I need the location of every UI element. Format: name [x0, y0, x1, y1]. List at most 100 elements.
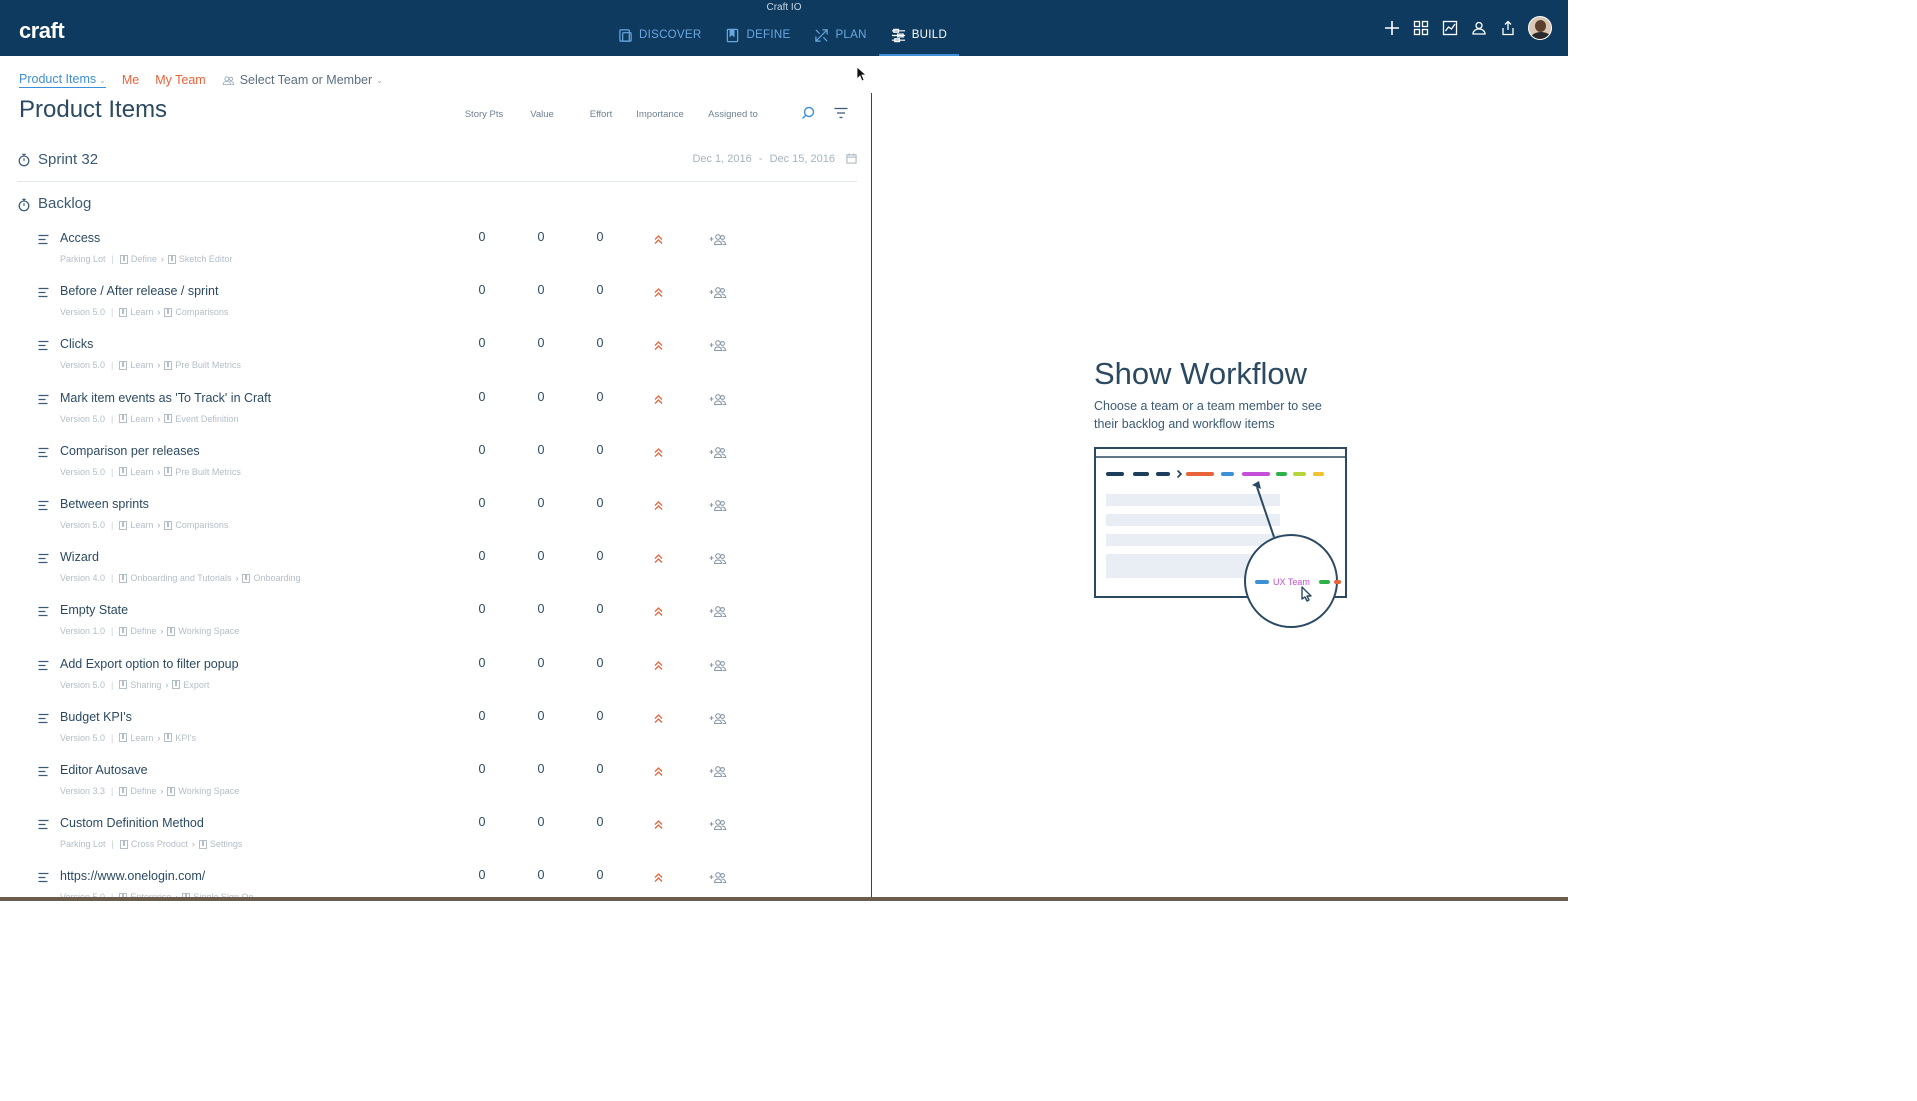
item-title[interactable]: Access — [60, 231, 100, 245]
item-title[interactable]: Editor Autosave — [60, 763, 148, 777]
sprint-dates[interactable]: Dec 1, 2016 - Dec 15, 2016 — [692, 153, 835, 165]
item-feature[interactable]: Learn — [130, 733, 153, 743]
item-title[interactable]: Budget KPI's — [60, 710, 132, 724]
item-story-pts[interactable]: 0 — [467, 283, 497, 297]
item-release[interactable]: Version 5.0 — [60, 414, 105, 424]
assign-user-icon[interactable] — [709, 552, 727, 565]
importance-icon[interactable] — [653, 872, 664, 883]
item-effort[interactable]: 0 — [585, 443, 615, 457]
item-effort[interactable]: 0 — [585, 283, 615, 297]
item-value[interactable]: 0 — [526, 868, 556, 882]
item-subfeature[interactable]: Export — [183, 680, 209, 690]
item-story-pts[interactable]: 0 — [467, 762, 497, 776]
drag-handle-icon[interactable] — [38, 553, 49, 564]
drag-handle-icon[interactable] — [38, 819, 49, 830]
item-subfeature[interactable]: Sketch Editor — [179, 254, 233, 264]
column-importance[interactable]: Importance — [633, 109, 687, 120]
item-feature[interactable]: Onboarding and Tutorials — [130, 573, 231, 583]
team-member-select[interactable]: Select Team or Member ⌄ — [222, 73, 383, 87]
item-effort[interactable]: 0 — [585, 868, 615, 882]
item-feature[interactable]: Define — [130, 626, 156, 636]
item-value[interactable]: 0 — [526, 762, 556, 776]
item-subfeature[interactable]: Event Definition — [175, 414, 238, 424]
item-release[interactable]: Version 4.0 — [60, 573, 105, 583]
item-effort[interactable]: 0 — [585, 602, 615, 616]
backlog-item[interactable]: Wizard Version 4.0 | Onboarding and Tutoria… — [0, 548, 860, 601]
backlog-item[interactable]: Access Parking Lot | Define › Sketch Editor 0 0… — [0, 229, 860, 282]
item-title[interactable]: Between sprints — [60, 497, 149, 511]
item-release[interactable]: Version 5.0 — [60, 360, 105, 370]
drag-handle-icon[interactable] — [38, 287, 49, 298]
assign-user-icon[interactable] — [709, 659, 727, 671]
item-title[interactable]: https://www.onelogin.com/ — [60, 869, 205, 883]
item-subfeature[interactable]: KPI's — [175, 733, 196, 743]
item-release[interactable]: Version 3.3 — [60, 786, 105, 796]
importance-icon[interactable] — [653, 447, 664, 458]
item-story-pts[interactable]: 0 — [467, 443, 497, 457]
item-value[interactable]: 0 — [526, 815, 556, 829]
team-button[interactable] — [1464, 15, 1493, 41]
backlog-name[interactable]: Backlog — [38, 195, 91, 212]
backlog-item[interactable]: Custom Definition Method Parking Lot | Cros… — [0, 814, 860, 867]
importance-icon[interactable] — [653, 819, 664, 830]
drag-handle-icon[interactable] — [38, 872, 49, 883]
item-value[interactable]: 0 — [526, 709, 556, 723]
filter-icon[interactable] — [833, 105, 849, 121]
item-subfeature[interactable]: Pre Built Metrics — [175, 360, 241, 370]
item-subfeature[interactable]: Working Space — [178, 786, 239, 796]
item-feature[interactable]: Cross Product — [131, 839, 188, 849]
calendar-icon[interactable] — [846, 153, 857, 164]
item-value[interactable]: 0 — [526, 602, 556, 616]
item-value[interactable]: 0 — [526, 443, 556, 457]
assign-user-icon[interactable] — [709, 712, 727, 724]
item-value[interactable]: 0 — [526, 283, 556, 297]
importance-icon[interactable] — [653, 287, 664, 298]
item-release[interactable]: Parking Lot — [60, 839, 106, 849]
item-feature[interactable]: Define — [130, 786, 156, 796]
share-button[interactable] — [1493, 15, 1522, 41]
item-release[interactable]: Version 5.0 — [60, 520, 105, 530]
assign-user-icon[interactable] — [709, 765, 727, 777]
assign-user-icon[interactable] — [709, 871, 727, 884]
item-feature[interactable]: Learn — [130, 307, 153, 317]
importance-icon[interactable] — [653, 500, 664, 511]
importance-icon[interactable] — [653, 766, 664, 777]
assign-user-icon[interactable] — [709, 499, 727, 511]
craft-logo[interactable]: craft — [19, 18, 65, 44]
nav-plan[interactable]: PLAN — [802, 14, 878, 56]
tab-product-items[interactable]: Product Items ⌄ — [19, 72, 106, 88]
drag-handle-icon[interactable] — [38, 660, 49, 671]
item-story-pts[interactable]: 0 — [467, 230, 497, 244]
backlog-item[interactable]: Comparison per releases Version 5.0 | Learn… — [0, 442, 860, 495]
item-release[interactable]: Version 5.0 — [60, 733, 105, 743]
item-effort[interactable]: 0 — [585, 549, 615, 563]
drag-handle-icon[interactable] — [38, 713, 49, 724]
column-value[interactable]: Value — [526, 109, 558, 120]
importance-icon[interactable] — [653, 606, 664, 617]
search-icon[interactable] — [800, 105, 816, 121]
item-story-pts[interactable]: 0 — [467, 602, 497, 616]
assign-user-icon[interactable] — [709, 393, 727, 405]
item-story-pts[interactable]: 0 — [467, 868, 497, 882]
item-effort[interactable]: 0 — [585, 762, 615, 776]
item-story-pts[interactable]: 0 — [467, 336, 497, 350]
backlog-item[interactable]: https://www.onelogin.com/Version 5.0|Ent… — [0, 867, 860, 901]
item-title[interactable]: Custom Definition Method — [60, 816, 204, 830]
column-effort[interactable]: Effort — [585, 109, 617, 120]
item-subfeature[interactable]: Onboarding — [253, 573, 300, 583]
nav-define[interactable]: DEFINE — [713, 14, 802, 56]
backlog-item[interactable]: Empty State Version 1.0 | Define › Working Sp… — [0, 601, 860, 654]
backlog-item[interactable]: Add Export option to filter popup Version… — [0, 655, 860, 708]
item-effort[interactable]: 0 — [585, 496, 615, 510]
drag-handle-icon[interactable] — [38, 447, 49, 458]
assign-user-icon[interactable] — [709, 339, 727, 352]
item-release[interactable]: Version 5.0 — [60, 307, 105, 317]
nav-discover[interactable]: DISCOVER — [606, 14, 713, 56]
item-feature[interactable]: Learn — [130, 467, 153, 477]
importance-icon[interactable] — [653, 394, 664, 405]
item-effort[interactable]: 0 — [585, 656, 615, 670]
item-title[interactable]: Empty State — [60, 603, 128, 617]
item-subfeature[interactable]: Comparisons — [175, 520, 228, 530]
backlog-item[interactable]: Between sprints Version 5.0 | Learn › Compari… — [0, 495, 860, 548]
assign-user-icon[interactable] — [709, 605, 727, 618]
